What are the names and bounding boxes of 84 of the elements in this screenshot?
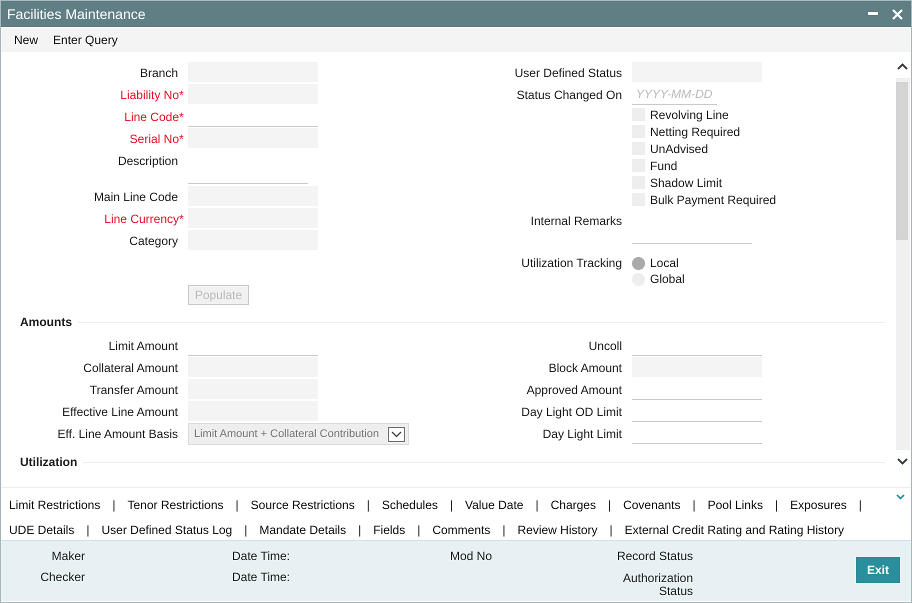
tab-link[interactable]: External Credit Rating and Rating History (624, 522, 844, 536)
field-label: Description (116, 153, 179, 170)
checkbox-label: Revolving Line (650, 108, 729, 122)
radio-button[interactable] (632, 256, 645, 270)
link-separator: | (112, 498, 116, 512)
tab-link[interactable]: Tenor Restrictions (127, 498, 224, 512)
field-label: Effective Line Amount (61, 404, 179, 421)
link-separator: | (244, 522, 248, 536)
required-mark: * (179, 87, 185, 104)
window-title: Facilities Maintenance (7, 6, 147, 22)
link-separator: | (502, 522, 506, 536)
field-label: Line Currency (103, 211, 179, 228)
field-label: Serial No (128, 131, 179, 148)
checkbox-label: Netting Required (650, 124, 740, 138)
tab-link[interactable]: Comments (432, 522, 490, 536)
link-separator: | (692, 498, 696, 512)
link-separator: | (86, 522, 90, 536)
field-label: Line Code (123, 109, 179, 126)
tab-link[interactable]: Limit Restrictions (9, 498, 100, 512)
field-label: Limit Amount (108, 338, 179, 355)
link-separator: | (236, 498, 239, 512)
footer-label: Maker (50, 550, 85, 562)
tab-link[interactable]: UDE Details (9, 522, 74, 536)
tab-link[interactable]: Mandate Details (259, 522, 346, 536)
tab-link[interactable]: Review History (517, 522, 598, 536)
field-label: Transfer Amount (88, 382, 179, 399)
field-label: Eff. Line Amount Basis (56, 426, 179, 443)
chevron-down-icon[interactable] (896, 494, 905, 500)
footer-label: Date Time: (232, 571, 292, 583)
field-label: Day Light Limit (542, 426, 623, 443)
tab-link[interactable]: Charges (550, 498, 596, 512)
field-label: User Defined Status (514, 65, 623, 82)
footer-label: Record Status (616, 550, 693, 563)
select-field[interactable]: Limit Amount + Collateral Contribution (188, 423, 409, 445)
link-separator: | (417, 522, 420, 536)
required-mark: * (179, 131, 185, 148)
link-separator: | (535, 498, 539, 512)
field-label: Utilization Tracking (520, 255, 623, 272)
required-mark: * (179, 109, 185, 126)
section-heading: Utilization (20, 455, 78, 469)
field-label: Main Line Code (92, 189, 179, 206)
tab-link[interactable]: Covenants (623, 498, 680, 512)
footer-label: Checker (39, 571, 85, 583)
tab-link[interactable]: Schedules (382, 498, 438, 512)
field-label: Category (128, 233, 179, 250)
radio-label: Local (650, 256, 679, 270)
tab-link[interactable]: Source Restrictions (250, 498, 355, 512)
checkbox-label: UnAdvised (650, 142, 708, 156)
tab-link[interactable]: Value Date (465, 498, 524, 512)
footer-label: Mod No (450, 550, 494, 562)
link-separator: | (608, 498, 612, 512)
field-label: Uncoll (588, 338, 623, 355)
exit-button[interactable]: Exit (856, 557, 900, 583)
link-separator: | (774, 498, 778, 512)
field-label: Liability No (119, 87, 179, 104)
footer-label: Authorization Status (622, 572, 693, 598)
checkbox-label: Bulk Payment Required (650, 192, 776, 206)
tab-link[interactable]: Exposures (790, 498, 847, 512)
link-separator: | (450, 498, 453, 512)
required-mark: * (179, 211, 185, 228)
field-label: Collateral Amount (82, 360, 179, 377)
section-heading: Amounts (20, 315, 72, 329)
menu-item[interactable]: New (14, 32, 38, 46)
radio-label: Global (650, 272, 685, 286)
field-label: Branch (138, 65, 179, 82)
link-separator: | (610, 522, 613, 536)
link-separator: | (358, 522, 362, 536)
checkbox-label: Fund (650, 158, 678, 172)
link-separator: | (366, 498, 370, 512)
tab-link[interactable]: Fields (373, 522, 406, 536)
field-label: Day Light OD Limit (520, 404, 623, 421)
menu-item[interactable]: Enter Query (53, 32, 118, 46)
footer-label: Date Time: (232, 550, 292, 562)
link-separator: | (858, 498, 862, 512)
caret-icon (388, 426, 405, 442)
checkbox-label: Shadow Limit (650, 176, 722, 190)
minimize-icon[interactable] (868, 12, 878, 16)
tab-link[interactable]: User Defined Status Log (101, 522, 232, 536)
field-label: Internal Remarks (530, 213, 623, 230)
field-label: Block Amount (548, 360, 623, 377)
close-icon[interactable] (892, 8, 903, 20)
field-label: Status Changed On (516, 87, 623, 104)
tab-link[interactable]: Pool Links (708, 498, 763, 512)
field-label: Approved Amount (526, 382, 623, 399)
